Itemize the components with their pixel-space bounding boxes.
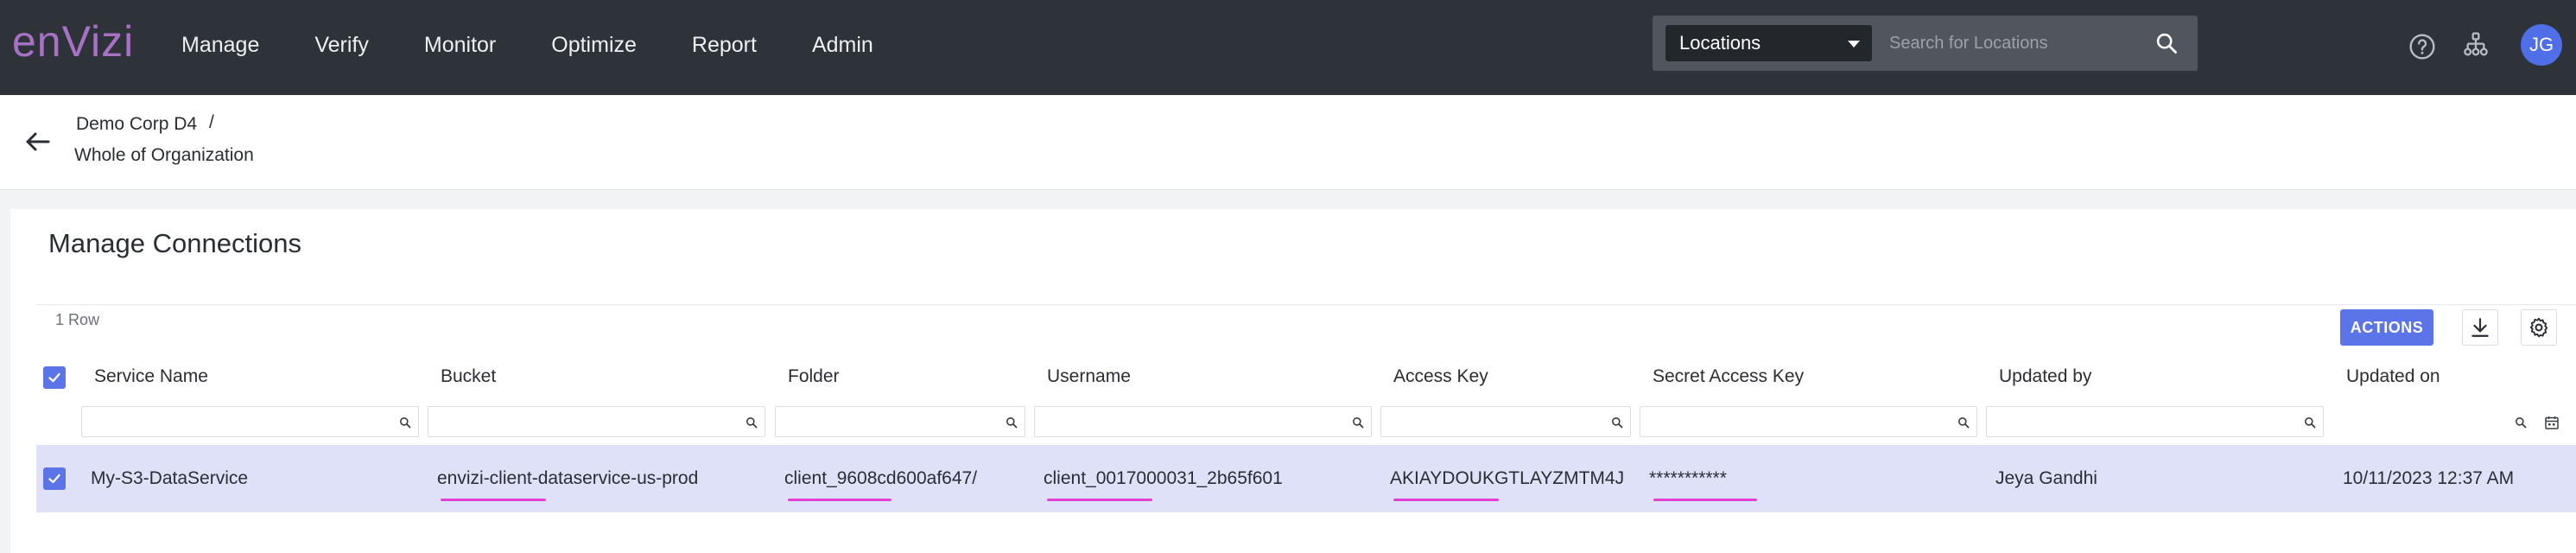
select-all-checkbox[interactable]: [43, 366, 66, 389]
cell-service-name: My-S3-DataService: [91, 468, 249, 488]
location-type-label: Locations: [1679, 32, 1761, 54]
search-icon: [1612, 417, 1623, 429]
help-icon[interactable]: [2408, 33, 2436, 60]
grid-divider: [36, 304, 2576, 305]
gear-icon: [2529, 317, 2548, 338]
column-header-folder[interactable]: Folder: [788, 366, 840, 387]
filter-folder[interactable]: [775, 406, 1025, 437]
search-icon: [1958, 417, 1970, 429]
column-header-access-key[interactable]: Access Key: [1393, 366, 1488, 387]
checkbox-check-icon: [48, 474, 60, 484]
filter-access-key[interactable]: [1380, 406, 1631, 437]
chevron-down-icon: [1848, 41, 1860, 48]
manage-connections-card: Manage Connections 1 Row ACTIONS Service…: [10, 209, 2576, 553]
nav-item-report[interactable]: Report: [692, 33, 757, 58]
search-input[interactable]: [1879, 25, 2164, 61]
filter-service-name[interactable]: [81, 406, 419, 437]
page-title: Manage Connections: [48, 228, 301, 258]
row-select-checkbox[interactable]: [43, 467, 66, 490]
column-header-updated-by[interactable]: Updated by: [1999, 366, 2091, 387]
cell-folder: client_9608cd600af647/: [784, 468, 978, 488]
search-icon: [746, 417, 758, 429]
download-icon: [2471, 318, 2489, 337]
nav-item-optimize[interactable]: Optimize: [551, 33, 637, 58]
column-header-service-name[interactable]: Service Name: [94, 366, 208, 387]
user-avatar[interactable]: JG: [2521, 24, 2562, 66]
column-header-bucket[interactable]: Bucket: [441, 366, 496, 387]
search-icon[interactable]: [2154, 31, 2179, 55]
secret-key-highlight-underline: [1653, 499, 1757, 501]
column-header-username[interactable]: Username: [1047, 366, 1131, 387]
location-search-box: Locations: [1653, 16, 2198, 71]
table-header-row: Service Name Bucket Folder Username Acce…: [36, 354, 2576, 396]
main-nav: Manage Verify Monitor Optimize Report Ad…: [181, 0, 929, 90]
top-navigation-bar: enVizi Manage Verify Monitor Optimize Re…: [0, 0, 2576, 95]
column-header-secret-access-key[interactable]: Secret Access Key: [1653, 366, 1804, 387]
org-hierarchy-icon[interactable]: [2462, 31, 2490, 59]
breadcrumb-parent-link[interactable]: Demo Corp D4: [76, 114, 197, 135]
back-arrow-icon[interactable]: [22, 126, 54, 157]
search-icon: [1006, 417, 1018, 429]
filter-username[interactable]: [1034, 406, 1372, 437]
envizi-logo[interactable]: enVizi: [12, 16, 134, 67]
search-icon: [1353, 417, 1364, 429]
row-count: 1 Row: [55, 311, 100, 328]
download-button[interactable]: [2462, 309, 2498, 346]
cell-username: client_0017000031_2b65f601: [1044, 468, 1283, 488]
checkbox-check-icon: [48, 372, 60, 383]
nav-item-admin[interactable]: Admin: [812, 33, 873, 58]
breadcrumb-current: Whole of Organization: [74, 145, 254, 165]
breadcrumb-header: Demo Corp D4 / Whole of Organization: [0, 95, 2576, 190]
location-type-select[interactable]: Locations: [1666, 25, 1872, 61]
search-icon: [2305, 417, 2316, 429]
table-filter-row: [36, 403, 2576, 439]
search-icon: [400, 417, 411, 429]
calendar-icon[interactable]: [2544, 415, 2560, 430]
cell-secret-access-key: ***********: [1649, 468, 1727, 488]
actions-button[interactable]: ACTIONS: [2340, 309, 2433, 346]
nav-item-verify[interactable]: Verify: [314, 33, 369, 58]
filter-bucket[interactable]: [428, 406, 765, 437]
bucket-highlight-underline: [441, 499, 546, 501]
cell-bucket: envizi-client-dataservice-us-prod: [437, 468, 699, 488]
nav-item-monitor[interactable]: Monitor: [424, 33, 496, 58]
access-key-highlight-underline: [1393, 499, 1499, 501]
filter-secret-access-key[interactable]: [1640, 406, 1977, 437]
username-highlight-underline: [1047, 499, 1152, 501]
table-row[interactable]: My-S3-DataService envizi-client-dataserv…: [36, 445, 2576, 512]
settings-button[interactable]: [2521, 309, 2557, 346]
cell-access-key: AKIAYDOUKGTLAYZMTM4J: [1390, 468, 1625, 488]
cell-updated-by: Jeya Gandhi: [1995, 468, 2097, 488]
search-icon: [2516, 417, 2527, 429]
cell-updated-on: 10/11/2023 12:37 AM: [2343, 468, 2515, 488]
breadcrumb-separator: /: [209, 112, 214, 132]
nav-item-manage[interactable]: Manage: [181, 33, 259, 58]
filter-updated-by[interactable]: [1986, 406, 2324, 437]
filter-updated-on[interactable]: [2332, 406, 2540, 437]
column-header-updated-on[interactable]: Updated on: [2346, 366, 2440, 387]
folder-highlight-underline: [788, 499, 891, 501]
